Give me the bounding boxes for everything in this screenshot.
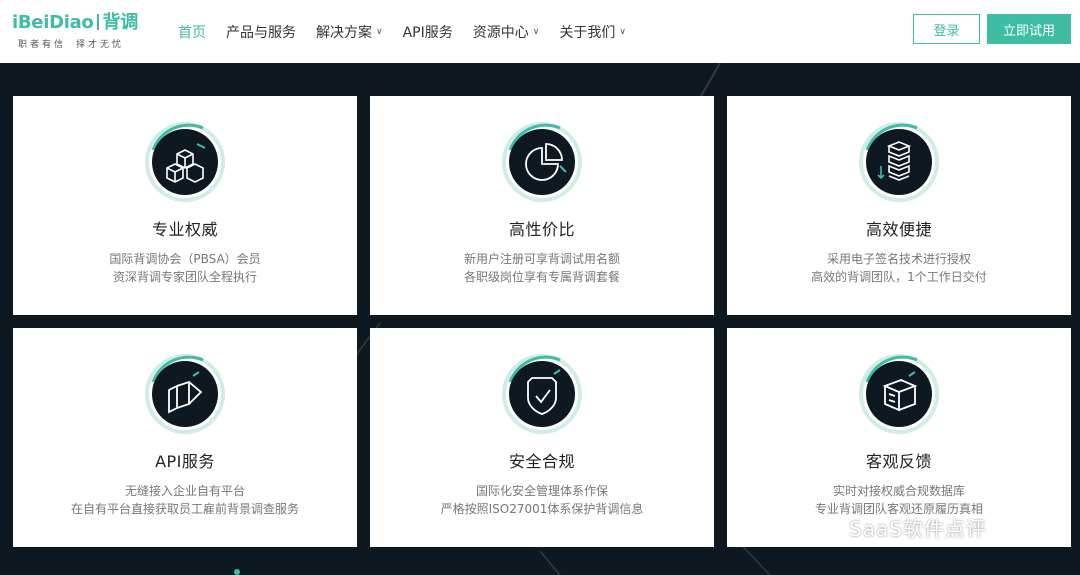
card-desc-line1: 无缝接入企业自有平台 [124,484,245,498]
card-title: API服务 [155,452,215,471]
nav-item-products[interactable]: 产品与服务 [226,22,296,42]
logo-wordmark: iBeiDiao 背调 [12,12,152,34]
nav-label: 关于我们 [559,24,616,41]
nav-item-home[interactable]: 首页 [178,22,206,42]
chevron-down-icon: ∨ [619,26,626,37]
card-desc-line2: 在自有平台直接获取员工雇前背景调查服务 [70,502,299,516]
wechat-icon [815,516,842,538]
shield-check-icon [502,354,582,434]
logo-tagline-left: 职者有信 [18,40,67,50]
feature-card-cost-effective: 高性价比 新用户注册可享背调试用名额 各职级岗位享有专属背调套餐 [370,96,714,315]
nav-item-resources[interactable]: 资源中心 ∨ [473,22,540,42]
top-header: iBeiDiao 背调 职者有信 择才无忧 首页 产品与服务 解决方案 ∨ AP… [0,0,1080,63]
main-nav: 首页 产品与服务 解决方案 ∨ API服务 资源中心 ∨ 关于我们 ∨ [178,0,646,63]
card-desc-line2: 资深背调专家团队全程执行 [112,270,257,284]
card-title: 客观反馈 [865,452,932,471]
card-desc-line1: 新用户注册可享背调试用名额 [463,252,620,266]
feature-card-efficient: 高效便捷 采用电子签名技术进行授权 高效的背调团队，1个工作日交付 [727,96,1071,315]
feature-card-compliance: 安全合规 国际化安全管理体系作保 严格按照ISO27001体系保护背调信息 [370,328,714,547]
card-desc-line1: 采用电子签名技术进行授权 [826,252,971,266]
card-desc-line2: 高效的背调团队，1个工作日交付 [811,270,987,284]
card-title: 高性价比 [508,220,575,239]
card-desc-line1: 国际化安全管理体系作保 [475,484,608,498]
nav-label: 解决方案 [316,24,372,41]
api-plug-icon [145,354,225,434]
card-title: 高效便捷 [865,220,932,239]
watermark-text: SaaS软件点评 [849,516,987,541]
card-desc-line1: 实时对接权威合规数据库 [832,484,965,498]
pie-chart-icon [502,122,582,202]
card-desc-line2: 严格按照ISO27001体系保护背调信息 [440,502,644,516]
logo-divider [96,14,99,30]
nav-label: 首页 [178,24,206,41]
database-icon [859,354,939,434]
nav-item-solutions[interactable]: 解决方案 ∨ [316,22,383,42]
login-button[interactable]: 登录 [913,14,980,44]
watermark: SaaS软件点评 [815,512,987,542]
carousel-dot[interactable] [234,569,240,575]
logo-tagline-right: 择才无忧 [76,40,125,50]
chevron-down-icon: ∨ [376,26,383,37]
nav-label: 资源中心 [472,24,529,41]
card-desc-line2: 各职级岗位享有专属背调套餐 [463,270,620,284]
chevron-down-icon: ∨ [532,26,540,37]
nav-label: API服务 [402,24,453,41]
brand-logo[interactable]: iBeiDiao 背调 职者有信 择才无忧 [12,12,152,52]
logo-text-right: 背调 [102,12,139,33]
nav-label: 产品与服务 [226,24,296,41]
feature-card-api: API服务 无缝接入企业自有平台 在自有平台直接获取员工雇前背景调查服务 [13,328,357,547]
nav-item-about[interactable]: 关于我们 ∨ [559,22,626,42]
feature-card-professional: 专业权威 国际背调协会（PBSA）会员 资深背调专家团队全程执行 [13,96,357,315]
stack-icon [859,122,939,202]
try-now-button[interactable]: 立即试用 [987,14,1071,44]
logo-text-left: iBeiDiao [12,12,94,33]
cubes-icon [145,122,225,202]
logo-tagline: 职者有信 择才无忧 [12,37,152,50]
card-title: 安全合规 [508,452,575,471]
nav-item-api[interactable]: API服务 [403,22,453,42]
card-desc-line1: 国际背调协会（PBSA）会员 [109,252,261,266]
card-title: 专业权威 [151,220,218,239]
